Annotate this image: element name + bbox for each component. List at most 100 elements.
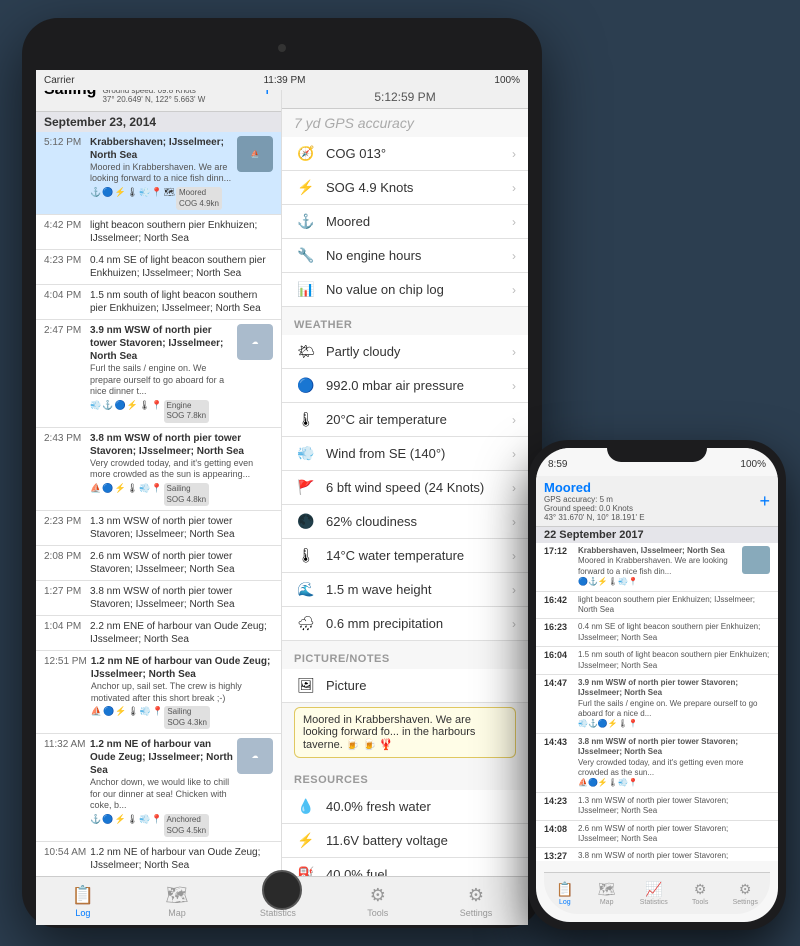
ipad-screen: Carrier 11:39 PM 100% Sailing GPS accura… [36,70,528,925]
log-item[interactable]: 4:42 PM light beacon southern pier Enkhu… [36,215,281,250]
log-item[interactable]: 4:04 PM 1.5 nm south of light beacon sou… [36,285,281,320]
iphone-log-item[interactable]: 14:47 3.9 nm WSW of north pier tower Sta… [536,675,778,734]
iphone-log-item[interactable]: 16:04 1.5 nm south of light beacon south… [536,647,778,675]
air-temp-label: 20°C air temperature [326,412,512,427]
iphone-header: Moored GPS accuracy: 5 m Ground speed: 0… [536,476,778,527]
weather-partly-cloudy-row[interactable]: 🌤 Partly cloudy › [282,335,528,369]
water-temp-row[interactable]: 🌡 14°C water temperature › [282,539,528,573]
pressure-row[interactable]: 🔵 992.0 mbar air pressure › [282,369,528,403]
iphone-log-time: 14:47 [544,678,574,688]
iphone-tools-icon: ⚙ [694,881,707,898]
log-item[interactable]: 2:43 PM 3.8 nm WSW of north pier tower S… [36,428,281,511]
fuel-row[interactable]: ⛽ 40.0% fuel [282,858,528,876]
iphone-log-label: Log [559,899,571,906]
cloudiness-row[interactable]: 🌑 62% cloudiness › [282,505,528,539]
chiplog-row[interactable]: 📊 No value on chip log › [282,273,528,307]
iphone-thumbnail [742,546,770,574]
left-panel: Sailing GPS accuracy: 5 yd Ground speed:… [36,70,282,876]
battery-row[interactable]: ⚡ 11.6V battery voltage [282,824,528,858]
log-time: 4:23 PM [44,254,86,266]
log-tab-label: Log [75,908,90,918]
log-item[interactable]: 1:27 PM 3.8 nm WSW of north pier tower S… [36,581,281,616]
chevron-icon: › [512,345,516,359]
tab-tools[interactable]: ⚙ Tools [367,885,388,918]
iphone-log-time: 14:23 [544,796,574,806]
ipad-home-button[interactable] [262,870,302,910]
gps-line3: 37° 20.649' N, 122° 5.663' W [102,95,255,105]
iphone-tab-log[interactable]: 📋 Log [556,881,573,906]
sog-row[interactable]: ⚡ SOG 4.9 Knots › [282,171,528,205]
status-label: Moored [326,214,512,229]
fresh-water-row[interactable]: 💧 40.0% fresh water [282,790,528,824]
scene: Carrier 11:39 PM 100% Sailing GPS accura… [0,0,800,946]
log-content: 1.3 nm WSW of north pier tower Stavoren;… [90,515,273,541]
iphone-log-text: Krabbershaven, IJsselmeer; North Sea Moo… [578,546,739,588]
log-item[interactable]: 2:47 PM 3.9 nm WSW of north pier tower S… [36,320,281,428]
chevron-icon: › [512,283,516,297]
ipad-main-content: Sailing GPS accuracy: 5 yd Ground speed:… [36,70,528,876]
iphone-add-button[interactable]: + [759,491,770,512]
tools-tab-label: Tools [367,908,388,918]
iphone-log-item[interactable]: 14:43 3.8 nm WSW of north pier tower Sta… [536,734,778,793]
iphone-log-text: light beacon southern pier Enkhuizen; IJ… [578,595,770,616]
iphone-log-item[interactable]: 14:08 2.6 nm WSW of north pier tower Sta… [536,821,778,849]
right-panel: 9/23/14 5:12:59 PM 7 yd GPS accuracy 🧭 C… [282,70,528,876]
log-time: 2:23 PM [44,515,86,527]
picture-row[interactable]: 🖼 Picture [282,669,528,703]
wind-speed-row[interactable]: 🚩 6 bft wind speed (24 Knots) › [282,471,528,505]
engine-row[interactable]: 🔧 No engine hours › [282,239,528,273]
iphone-tools-label: Tools [692,899,708,906]
iphone-log-text: 1.3 nm WSW of north pier tower Stavoren;… [578,796,770,817]
log-time: 11:32 AM [44,738,86,750]
wave-label: 1.5 m wave height [326,582,512,597]
air-temp-row[interactable]: 🌡 20°C air temperature › [282,403,528,437]
chevron-icon: › [512,549,516,563]
log-item[interactable]: 4:23 PM 0.4 nm SE of light beacon southe… [36,250,281,285]
iphone-tab-stats[interactable]: 📈 Statistics [640,881,668,906]
iphone-map-icon: 🗺 [598,881,616,898]
iphone-stats-label: Statistics [640,899,668,906]
log-time: 1:27 PM [44,585,86,597]
iphone-log-item[interactable]: 16:23 0.4 nm SE of light beacon southern… [536,619,778,647]
cog-row[interactable]: 🧭 COG 013° › [282,137,528,171]
tab-map[interactable]: 🗺 Map [166,885,189,918]
log-item[interactable]: 1:04 PM 2.2 nm ENE of harbour van Oude Z… [36,616,281,651]
tab-log[interactable]: 📋 Log [72,885,94,918]
chevron-icon: › [512,583,516,597]
log-item[interactable]: 12:51 PM 1.2 nm NE of harbour van Oude Z… [36,651,281,734]
log-item[interactable]: 11:32 AM 1.2 nm NE of harbour van Oude Z… [36,734,281,842]
iphone-log-item[interactable]: 14:23 1.3 nm WSW of north pier tower Sta… [536,793,778,821]
log-thumbnail: ☁ [237,324,273,360]
chevron-icon: › [512,617,516,631]
iphone-log-list[interactable]: 22 September 2017 17:12 Krabbershaven, I… [536,527,778,861]
water-icon: 💧 [294,798,318,815]
log-content: 1.2 nm NE of harbour van Oude Zeug; IJss… [90,738,233,837]
tab-settings[interactable]: ⚙ Settings [460,885,493,918]
iphone-log-item[interactable]: 13:27 3.8 nm WSW of north pier tower Sta… [536,848,778,861]
wind-dir-row[interactable]: 💨 Wind from SE (140°) › [282,437,528,471]
log-content: 3.8 nm WSW of north pier tower Stavoren;… [90,585,273,611]
iphone-tab-settings[interactable]: ⚙ Settings [733,881,758,906]
iphone-log-item[interactable]: 16:42 light beacon southern pier Enkhuiz… [536,592,778,620]
ipad-camera [278,44,286,52]
pressure-label: 992.0 mbar air pressure [326,378,512,393]
map-tab-icon: 🗺 [166,885,189,906]
log-item[interactable]: 5:12 PM Krabbershaven; IJsselmeer; North… [36,132,281,215]
iphone-tab-tools[interactable]: ⚙ Tools [692,881,708,906]
precipitation-row[interactable]: 🌧 0.6 mm precipitation › [282,607,528,641]
iphone-log-text: 2.6 nm WSW of north pier tower Stavoren;… [578,824,770,845]
cog-icon: 🧭 [294,145,318,162]
battery-label: 100% [494,75,520,86]
ipad-time: 11:39 PM [263,75,305,86]
status-row[interactable]: ⚓ Moored › [282,205,528,239]
log-item[interactable]: 2:23 PM 1.3 nm WSW of north pier tower S… [36,511,281,546]
log-item[interactable]: 10:54 AM 1.2 nm NE of harbour van Oude Z… [36,842,281,876]
air-temp-icon: 🌡 [294,411,318,428]
log-list[interactable]: September 23, 2014 5:12 PM Krabbershaven… [36,112,281,876]
iphone-log-item[interactable]: 17:12 Krabbershaven, IJsselmeer; North S… [536,543,778,592]
iphone-tab-map[interactable]: 🗺 Map [598,881,616,906]
sog-icon: ⚡ [294,179,318,196]
wave-height-row[interactable]: 🌊 1.5 m wave height › [282,573,528,607]
log-time: 5:12 PM [44,136,86,148]
log-item[interactable]: 2:08 PM 2.6 nm WSW of north pier tower S… [36,546,281,581]
